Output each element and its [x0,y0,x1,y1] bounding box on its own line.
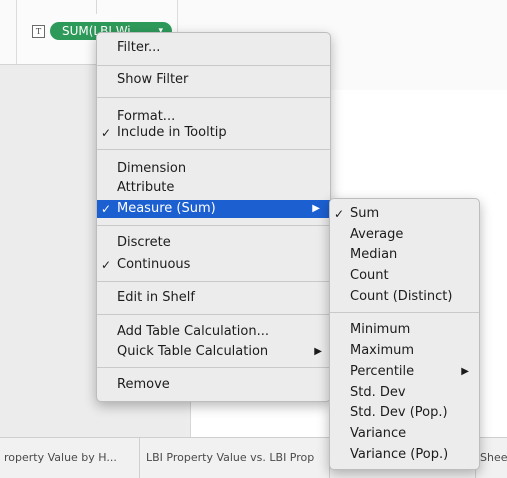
submenu-item-average[interactable]: Average [330,226,479,244]
submenu-item-std-dev[interactable]: Std. Dev [330,384,479,402]
submenu-item-minimum[interactable]: Minimum [330,321,479,339]
menu-separator [97,149,330,150]
submenu-arrow-icon: ▶ [461,366,469,377]
menu-item-attribute[interactable]: Attribute [97,179,330,197]
menu-separator [97,314,330,315]
menu-separator [330,312,479,313]
menu-separator [97,367,330,368]
menu-item-label: Continuous [117,257,191,272]
menu-item-label: Count [350,268,389,283]
menu-item-filter[interactable]: Filter... [97,39,330,57]
submenu-item-median[interactable]: Median [330,246,479,264]
menu-separator [97,97,330,98]
menu-item-label: Count (Distinct) [350,289,453,304]
submenu-item-std-dev-pop[interactable]: Std. Dev (Pop.) [330,404,479,422]
submenu-arrow-icon: ▶ [312,203,320,214]
menu-item-label: Remove [117,377,170,392]
menu-item-label: Sum [350,206,380,221]
sheet-tab-1[interactable]: roperty Value by H... [0,438,140,478]
menu-item-continuous[interactable]: ✓ Continuous [97,256,330,274]
menu-separator [97,281,330,282]
submenu-item-maximum[interactable]: Maximum [330,342,479,360]
menu-item-label: Discrete [117,235,171,250]
menu-item-label: Std. Dev [350,385,406,400]
submenu-item-percentile[interactable]: Percentile ▶ [330,363,479,381]
aggregation-submenu: ✓ Sum Average Median Count Count (Distinc… [329,198,480,470]
submenu-item-variance[interactable]: Variance [330,425,479,443]
menu-item-dimension[interactable]: Dimension [97,160,330,178]
menu-item-label: Percentile [350,364,415,379]
menu-item-label: Minimum [350,322,411,337]
menu-item-remove[interactable]: Remove [97,376,330,394]
submenu-item-variance-pop[interactable]: Variance (Pop.) [330,446,479,464]
check-icon: ✓ [101,202,112,216]
menu-item-measure-sum[interactable]: ✓ Measure (Sum) ▶ [97,200,330,218]
menu-item-include-in-tooltip[interactable]: ✓ Include in Tooltip [97,124,330,142]
menu-item-show-filter[interactable]: Show Filter [97,71,330,89]
menu-item-label: Format... [117,109,176,124]
menu-item-label: Variance (Pop.) [350,447,449,462]
menu-item-label: Variance [350,426,407,441]
submenu-arrow-icon: ▶ [314,346,322,357]
menu-separator [97,225,330,226]
sheet-tab-2[interactable]: LBI Property Value vs. LBI Prop [140,438,330,478]
menu-item-label: Average [350,227,404,242]
menu-item-label: Filter... [117,40,161,55]
menu-item-label: Median [350,247,398,262]
menu-item-label: Include in Tooltip [117,125,227,140]
menu-item-label: Add Table Calculation... [117,324,269,339]
menu-item-label: Quick Table Calculation [117,344,269,359]
menu-item-label: Dimension [117,161,187,176]
menu-item-discrete[interactable]: Discrete [97,234,330,252]
submenu-item-count[interactable]: Count [330,267,479,285]
menu-item-label: Maximum [350,343,415,358]
menu-separator [97,65,330,66]
menu-item-label: Attribute [117,180,175,195]
menu-item-label: Edit in Shelf [117,290,195,305]
menu-item-label: Show Filter [117,72,189,87]
shelf-divider [96,0,193,14]
menu-item-label: Std. Dev (Pop.) [350,405,448,420]
check-icon: ✓ [101,258,112,272]
menu-item-add-table-calculation[interactable]: Add Table Calculation... [97,323,330,341]
menu-item-quick-table-calculation[interactable]: Quick Table Calculation ▶ [97,343,330,361]
menu-item-edit-in-shelf[interactable]: Edit in Shelf [97,289,330,307]
submenu-item-count-distinct[interactable]: Count (Distinct) [330,288,479,306]
text-mark-icon[interactable]: T [32,25,45,38]
check-icon: ✓ [101,126,112,140]
check-icon: ✓ [334,207,345,221]
pill-context-menu: Filter... Show Filter Format... ✓ Include… [96,32,331,402]
menu-item-label: Measure (Sum) [117,201,216,216]
submenu-item-sum[interactable]: ✓ Sum [330,205,479,223]
